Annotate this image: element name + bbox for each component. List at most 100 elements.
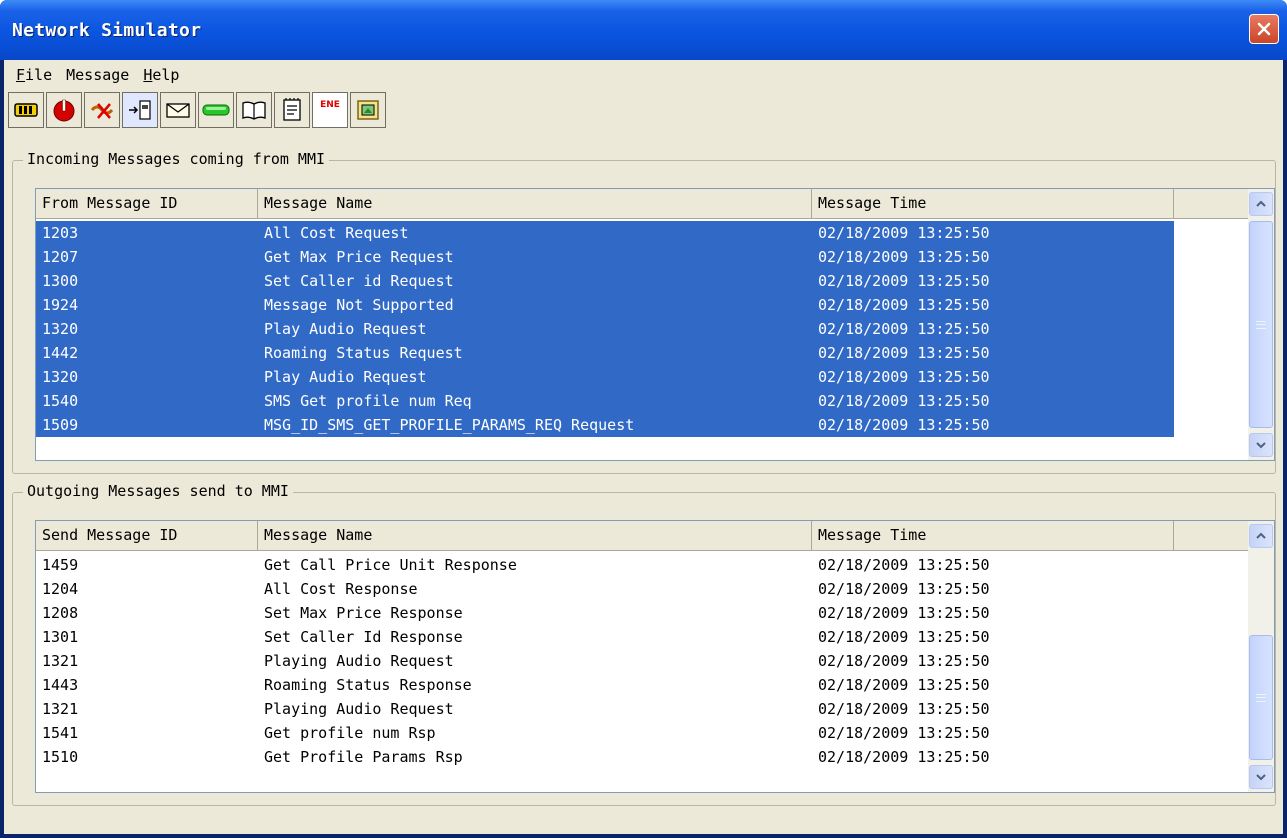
chevron-down-icon — [1256, 442, 1266, 449]
title-bar[interactable]: Network Simulator — [0, 0, 1287, 60]
window-title: Network Simulator — [12, 20, 202, 41]
table-row[interactable]: 1320 Play Audio Request 02/18/2009 13:25:5… — [36, 365, 1250, 389]
toolbar-button-picture[interactable] — [350, 92, 386, 128]
column-header-empty[interactable] — [1174, 521, 1250, 550]
cell-name: MSG_ID_SMS_GET_PROFILE_PARAMS_REQ Reques… — [258, 413, 812, 437]
cell-id: 1320 — [36, 317, 258, 341]
table-row[interactable]: 1321 Playing Audio Request 02/18/2009 13:2… — [36, 649, 1250, 673]
table-row[interactable]: 1443 Roaming Status Response 02/18/2009 13… — [36, 673, 1250, 697]
cell-id: 1443 — [42, 676, 79, 694]
cell-id: 1300 — [36, 269, 258, 293]
toolbar: ENE — [8, 92, 386, 128]
chevron-up-icon — [1256, 532, 1266, 539]
notepad-icon — [283, 98, 301, 121]
tools-icon — [90, 103, 114, 119]
incoming-list[interactable]: From Message ID Message Name Message Tim… — [35, 188, 1275, 461]
battery-icon — [14, 103, 38, 117]
cell-time: 02/18/2009 13:25:50 — [818, 700, 990, 718]
outgoing-list[interactable]: Send Message ID Message Name Message Tim… — [35, 520, 1275, 793]
book-icon — [242, 101, 266, 120]
table-row[interactable]: 1459 Get Call Price Unit Response 02/18/20… — [36, 553, 1250, 577]
chevron-up-icon — [1256, 200, 1266, 207]
grip-icon — [1256, 693, 1266, 702]
incoming-group-title: Incoming Messages coming from MMI — [23, 150, 330, 168]
table-row[interactable]: 1924 Message Not Supported 02/18/2009 13:2… — [36, 293, 1250, 317]
table-row[interactable]: 1442 Roaming Status Request 02/18/2009 13:… — [36, 341, 1250, 365]
cell-time: 02/18/2009 13:25:50 — [818, 604, 990, 622]
cell-name: Playing Audio Request — [264, 652, 454, 670]
scroll-down-button[interactable] — [1249, 765, 1273, 789]
column-header-from-id[interactable]: From Message ID — [36, 189, 258, 218]
cell-id: 1204 — [42, 580, 79, 598]
column-header-message-name[interactable]: Message Name — [258, 189, 812, 218]
cell-id: 1208 — [42, 604, 79, 622]
scroll-thumb[interactable] — [1249, 635, 1273, 760]
cell-time: 02/18/2009 13:25:50 — [818, 556, 990, 574]
toolbar-button-green-bar[interactable] — [198, 92, 234, 128]
cell-id: 1321 — [42, 700, 79, 718]
client-area: File Message Help ENE Incoming Messages … — [4, 60, 1283, 834]
cell-name: Roaming Status Response — [264, 676, 472, 694]
ene-label: ENE — [320, 100, 340, 110]
cell-name: Get Call Price Unit Response — [264, 556, 517, 574]
column-header-message-time[interactable]: Message Time — [812, 521, 1174, 550]
cell-name: Get Profile Params Rsp — [264, 748, 463, 766]
table-row[interactable]: 1509 MSG_ID_SMS_GET_PROFILE_PARAMS_REQ Re… — [36, 413, 1250, 437]
cell-name: Roaming Status Request — [258, 341, 812, 365]
cell-name: Play Audio Request — [258, 365, 812, 389]
menu-message-label: Message — [66, 66, 130, 84]
column-header-message-time[interactable]: Message Time — [812, 189, 1174, 218]
cell-time: 02/18/2009 13:25:50 — [812, 413, 1174, 437]
table-row[interactable]: 1540 SMS Get profile num Req 02/18/2009 13… — [36, 389, 1250, 413]
incoming-list-header: From Message ID Message Name Message Tim… — [36, 189, 1250, 219]
cell-time: 02/18/2009 13:25:50 — [818, 580, 990, 598]
outgoing-rows: 1459 Get Call Price Unit Response 02/18/20… — [36, 553, 1250, 769]
toolbar-button-sim[interactable] — [122, 92, 158, 128]
column-header-empty[interactable] — [1174, 189, 1250, 218]
cell-time: 02/18/2009 13:25:50 — [812, 341, 1174, 365]
column-header-send-id[interactable]: Send Message ID — [36, 521, 258, 550]
toolbar-button-envelope[interactable] — [160, 92, 196, 128]
scroll-down-button[interactable] — [1249, 433, 1273, 457]
menu-file-label: ile — [25, 66, 53, 84]
chevron-down-icon — [1256, 774, 1266, 781]
toolbar-button-battery[interactable] — [8, 92, 44, 128]
table-row[interactable]: 1208 Set Max Price Response 02/18/2009 13:… — [36, 601, 1250, 625]
column-header-message-name[interactable]: Message Name — [258, 521, 812, 550]
toolbar-button-ene[interactable]: ENE — [312, 92, 348, 128]
table-row[interactable]: 1207 Get Max Price Request 02/18/2009 13:2… — [36, 245, 1250, 269]
cell-id: 1301 — [42, 628, 79, 646]
cell-name: Get Max Price Request — [258, 245, 812, 269]
incoming-vertical-scrollbar[interactable] — [1248, 189, 1274, 460]
table-row[interactable]: 1321 Playing Audio Request 02/18/2009 13:2… — [36, 697, 1250, 721]
cell-id: 1541 — [42, 724, 79, 742]
cell-time: 02/18/2009 13:25:50 — [818, 628, 990, 646]
scroll-up-button[interactable] — [1249, 524, 1273, 548]
menu-message[interactable]: Message — [60, 64, 137, 86]
toolbar-button-notepad[interactable] — [274, 92, 310, 128]
table-row[interactable]: 1204 All Cost Response 02/18/2009 13:25:50 — [36, 577, 1250, 601]
menu-file[interactable]: File — [10, 64, 60, 86]
table-row[interactable]: 1301 Set Caller Id Response 02/18/2009 13:… — [36, 625, 1250, 649]
toolbar-button-book[interactable] — [236, 92, 272, 128]
picture-icon — [357, 100, 379, 120]
cell-time: 02/18/2009 13:25:50 — [818, 676, 990, 694]
table-row[interactable]: 1541 Get profile num Rsp 02/18/2009 13:25:… — [36, 721, 1250, 745]
menu-help-label: elp — [152, 66, 180, 84]
table-row[interactable]: 1510 Get Profile Params Rsp 02/18/2009 13:… — [36, 745, 1250, 769]
scroll-up-button[interactable] — [1249, 192, 1273, 216]
table-row[interactable]: 1320 Play Audio Request 02/18/2009 13:25:5… — [36, 317, 1250, 341]
cell-id: 1924 — [36, 293, 258, 317]
cell-id: 1203 — [36, 221, 258, 245]
toolbar-button-power[interactable] — [46, 92, 82, 128]
close-button[interactable] — [1249, 14, 1279, 44]
table-row[interactable]: 1300 Set Caller id Request 02/18/2009 13:2… — [36, 269, 1250, 293]
grip-icon — [1256, 320, 1266, 329]
toolbar-button-tools[interactable] — [84, 92, 120, 128]
outgoing-vertical-scrollbar[interactable] — [1248, 521, 1274, 792]
scroll-thumb[interactable] — [1249, 221, 1273, 428]
envelope-icon — [166, 103, 190, 118]
outgoing-list-header: Send Message ID Message Name Message Tim… — [36, 521, 1250, 551]
menu-help[interactable]: Help — [137, 64, 187, 86]
table-row[interactable]: 1203 All Cost Request 02/18/2009 13:25:50 — [36, 221, 1250, 245]
